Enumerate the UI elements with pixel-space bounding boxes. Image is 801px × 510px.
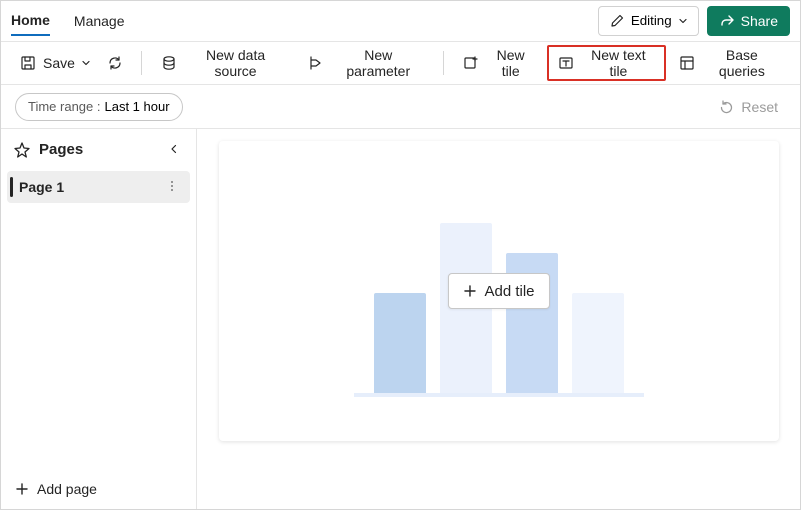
new-parameter-label: New parameter	[331, 47, 425, 79]
tile-add-icon	[462, 54, 480, 72]
share-icon	[719, 13, 735, 29]
base-queries-button[interactable]: Base queries	[670, 47, 790, 79]
chevron-left-icon	[168, 143, 180, 155]
refresh-icon	[106, 54, 124, 72]
new-text-tile-label: New text tile	[581, 47, 656, 79]
new-data-source-label: New data source	[184, 47, 287, 79]
add-page-button[interactable]: Add page	[1, 469, 196, 509]
tab-home[interactable]: Home	[11, 6, 50, 36]
reset-button[interactable]: Reset	[711, 93, 786, 121]
app-tabs-row: Home Manage Editing Share	[1, 1, 800, 41]
toolbar: Save New data source New parameter	[1, 41, 800, 85]
add-tile-label: Add tile	[484, 283, 534, 300]
editing-mode-button[interactable]: Editing	[598, 6, 699, 36]
time-range-value: Last 1 hour	[105, 99, 170, 114]
share-button[interactable]: Share	[707, 6, 790, 36]
new-data-source-button[interactable]: New data source	[152, 47, 295, 79]
chart-bar	[374, 293, 426, 393]
page-item-more-button[interactable]	[162, 177, 182, 197]
pencil-icon	[609, 13, 625, 29]
empty-state-card: Add tile	[219, 141, 779, 441]
filter-row: Time range : Last 1 hour Reset	[1, 85, 800, 129]
pages-sidebar: Pages Page 1	[1, 129, 197, 509]
toolbar-divider	[443, 51, 444, 75]
share-button-label: Share	[741, 13, 778, 29]
toolbar-divider	[141, 51, 142, 75]
new-parameter-button[interactable]: New parameter	[299, 47, 433, 79]
collapse-sidebar-button[interactable]	[162, 137, 186, 161]
time-range-prefix: Time range :	[28, 99, 101, 114]
save-button[interactable]: Save	[11, 47, 99, 79]
pages-sidebar-title: Pages	[39, 141, 83, 158]
add-tile-button[interactable]: Add tile	[447, 273, 549, 309]
callout-highlight: New text tile	[547, 45, 666, 81]
database-icon	[160, 54, 178, 72]
text-tile-icon	[557, 54, 575, 72]
refresh-button[interactable]	[99, 47, 131, 79]
save-icon	[19, 54, 37, 72]
more-vertical-icon	[165, 179, 179, 193]
new-text-tile-button[interactable]: New text tile	[549, 47, 664, 79]
reset-icon	[719, 99, 735, 115]
tab-manage[interactable]: Manage	[74, 7, 125, 35]
add-page-label: Add page	[37, 481, 97, 497]
base-queries-label: Base queries	[702, 47, 782, 79]
reset-button-label: Reset	[741, 99, 778, 115]
new-tile-label: New tile	[486, 47, 535, 79]
chart-bar	[572, 293, 624, 393]
plus-icon	[462, 284, 476, 298]
plus-icon	[15, 482, 29, 496]
save-button-label: Save	[43, 55, 75, 71]
page-list-item[interactable]: Page 1	[7, 171, 190, 203]
chevron-down-icon	[81, 58, 91, 68]
new-tile-button[interactable]: New tile	[454, 47, 543, 79]
parameter-icon	[307, 54, 325, 72]
page-item-label: Page 1	[19, 179, 64, 195]
editing-mode-label: Editing	[631, 13, 672, 28]
base-queries-icon	[678, 54, 696, 72]
page-list: Page 1	[1, 169, 196, 205]
chevron-down-icon	[678, 16, 688, 26]
dashboard-canvas: Add tile	[197, 129, 800, 509]
time-range-button[interactable]: Time range : Last 1 hour	[15, 93, 183, 121]
pages-icon	[13, 140, 31, 158]
